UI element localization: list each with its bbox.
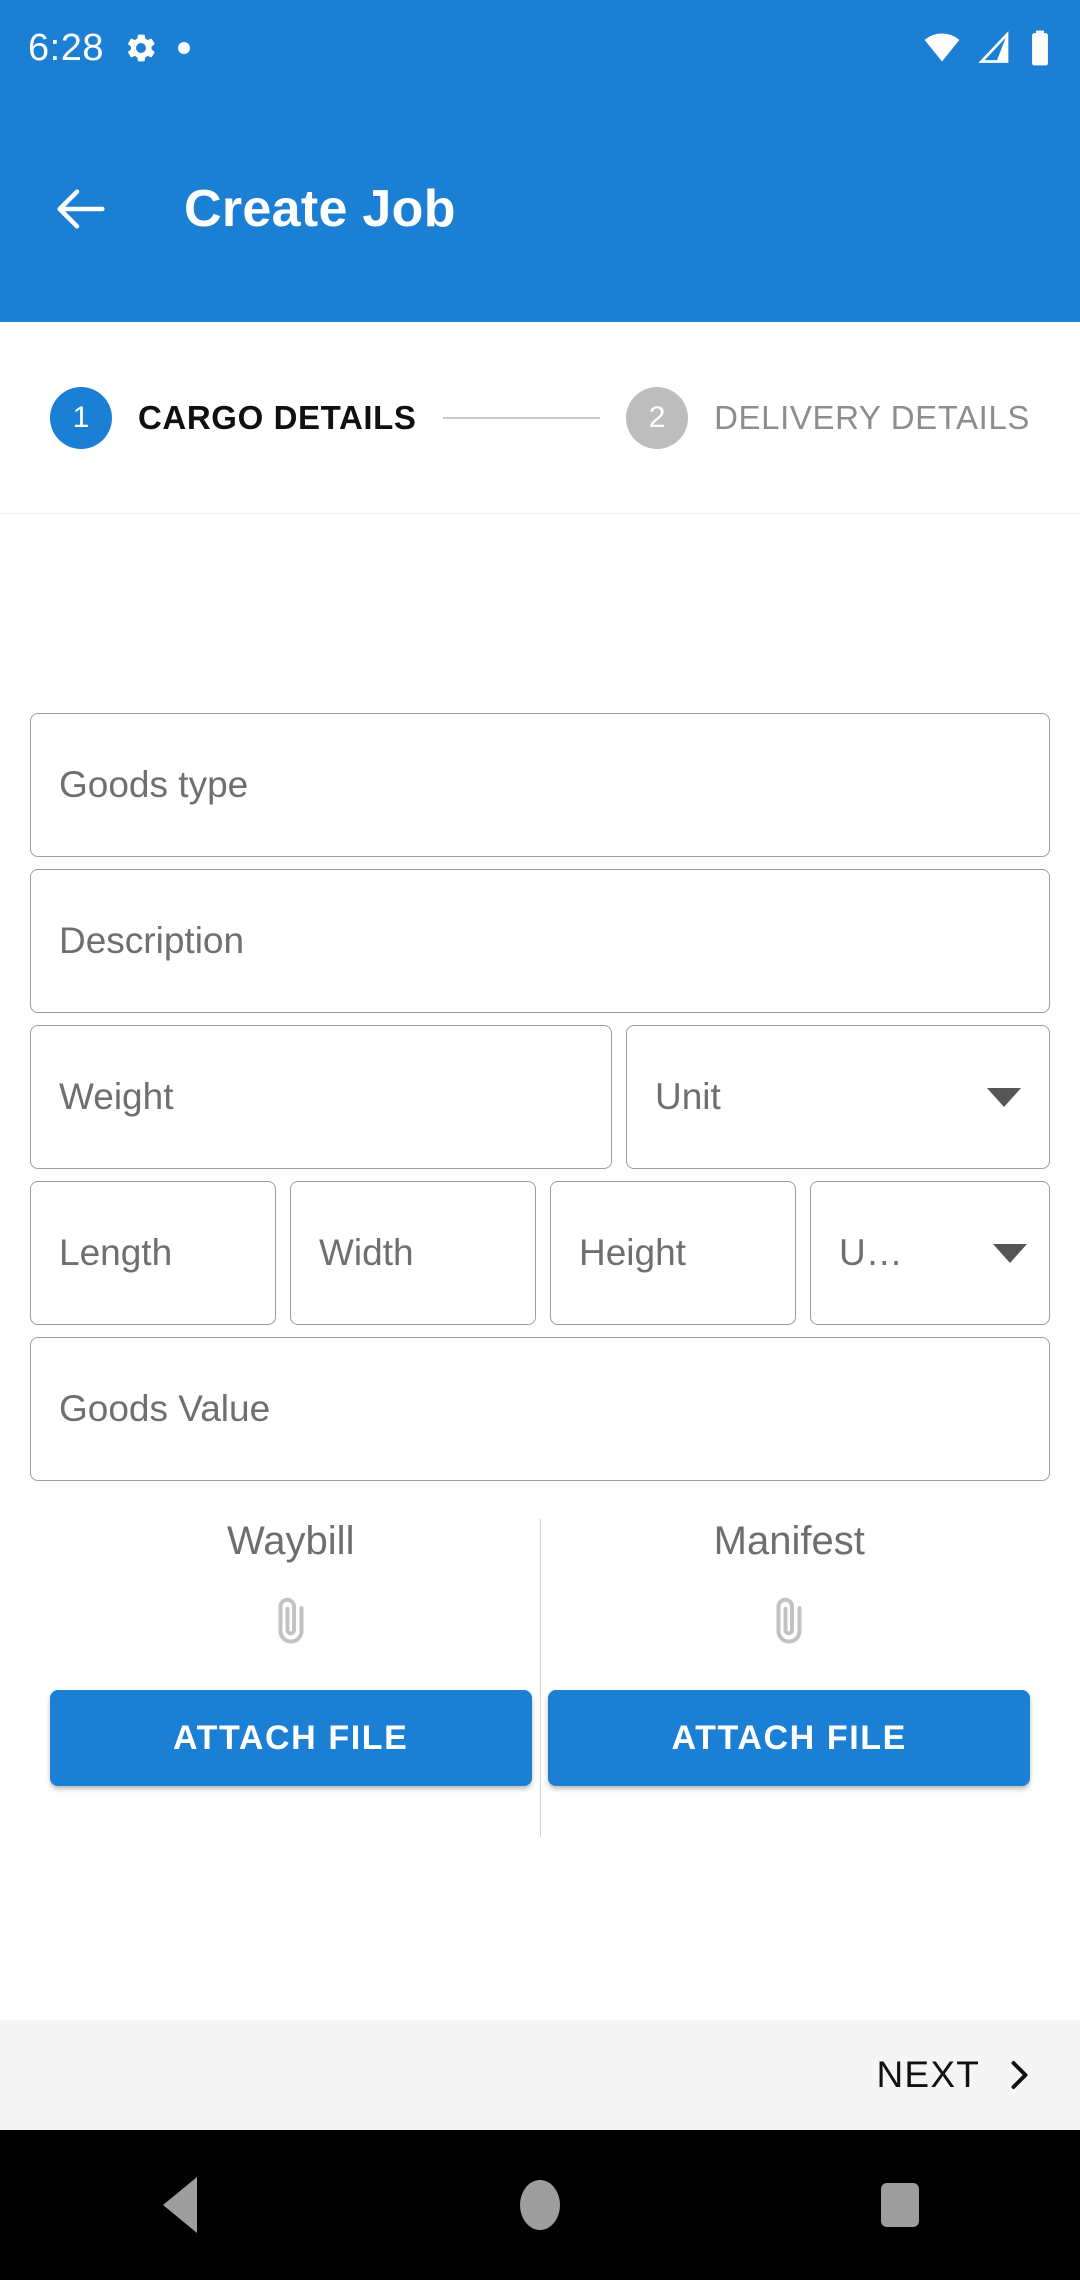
form-top-spacer — [30, 514, 1050, 713]
description-placeholder: Description — [59, 920, 245, 961]
weight-row: Weight Unit — [30, 1025, 1050, 1169]
nav-recents-button[interactable] — [720, 2183, 1080, 2227]
weight-unit-placeholder: Unit — [655, 1076, 721, 1117]
triangle-back-icon — [163, 2177, 197, 2233]
gear-icon — [127, 34, 155, 62]
stepper-step-delivery-details[interactable]: 2 DELIVERY DETAILS — [626, 386, 1030, 449]
goods-type-field[interactable]: Goods type — [30, 713, 1050, 857]
step-label-delivery-details: DELIVERY DETAILS — [714, 398, 1030, 436]
waybill-attachment-column: Waybill ATTACH FILE — [42, 1519, 541, 1837]
goods-value-placeholder: Goods Value — [59, 1388, 271, 1429]
cellular-signal-icon — [978, 31, 1009, 63]
weight-field[interactable]: Weight — [30, 1025, 612, 1169]
dot-icon — [177, 42, 190, 54]
description-field[interactable]: Description — [30, 869, 1050, 1013]
nav-back-button[interactable] — [0, 2177, 360, 2233]
back-button[interactable] — [46, 174, 116, 244]
step-number-badge-2: 2 — [626, 386, 689, 449]
arrow-back-icon — [57, 189, 105, 229]
goods-type-placeholder: Goods type — [59, 764, 249, 805]
next-button[interactable]: NEXT — [877, 2054, 1036, 2096]
next-button-label: NEXT — [876, 2054, 980, 2095]
step-number-badge-1: 1 — [50, 386, 112, 449]
paperclip-icon — [776, 1597, 802, 1644]
waybill-attach-file-button[interactable]: ATTACH FILE — [49, 1690, 532, 1786]
wifi-icon — [924, 33, 960, 62]
page-title: Create Job — [184, 180, 456, 238]
status-bar: 6:28 — [0, 0, 1080, 96]
manifest-title: Manifest — [713, 1519, 865, 1563]
length-placeholder: Length — [59, 1232, 173, 1273]
stepper: 1 CARGO DETAILS 2 DELIVERY DETAILS — [0, 322, 1080, 514]
cargo-details-form: Goods type Description Weight Unit Lengt… — [0, 514, 1080, 1837]
dimension-unit-placeholder: U… — [839, 1232, 903, 1273]
circle-home-icon — [520, 2180, 560, 2230]
manifest-attachment-column: Manifest ATTACH FILE — [541, 1519, 1039, 1837]
manifest-attach-file-button[interactable]: ATTACH FILE — [548, 1690, 1031, 1786]
dimensions-row: Length Width Height U… — [30, 1181, 1050, 1325]
height-field[interactable]: Height — [550, 1181, 796, 1325]
android-navigation-bar — [0, 2130, 1080, 2280]
status-bar-left: 6:28 — [28, 27, 190, 70]
status-bar-right — [922, 29, 1052, 67]
status-bar-clock: 6:28 — [28, 26, 104, 69]
chevron-right-icon — [1011, 2061, 1028, 2089]
bottom-action-bar: NEXT — [0, 2020, 1080, 2130]
stepper-connector-line — [442, 416, 601, 419]
step-label-cargo-details: CARGO DETAILS — [138, 398, 417, 436]
nav-home-button[interactable] — [360, 2180, 720, 2230]
width-placeholder: Width — [319, 1232, 414, 1273]
goods-value-field[interactable]: Goods Value — [30, 1337, 1050, 1481]
battery-icon — [1032, 30, 1048, 66]
width-field[interactable]: Width — [290, 1181, 536, 1325]
dimension-unit-dropdown[interactable]: U… — [810, 1181, 1050, 1325]
chevron-down-icon — [993, 1243, 1027, 1263]
stepper-step-cargo-details[interactable]: 1 CARGO DETAILS — [50, 386, 417, 449]
app-bar: Create Job — [0, 96, 1080, 322]
app-screen: 6:28 Create Job 1 CARGO DETAILS 2 DELIVE… — [0, 0, 1080, 2280]
square-recents-icon — [881, 2183, 919, 2227]
chevron-down-icon — [987, 1087, 1021, 1107]
height-placeholder: Height — [579, 1232, 686, 1273]
paperclip-icon — [278, 1597, 304, 1644]
weight-unit-dropdown[interactable]: Unit — [626, 1025, 1050, 1169]
waybill-title: Waybill — [227, 1519, 355, 1563]
length-field[interactable]: Length — [30, 1181, 276, 1325]
attachments-section: Waybill ATTACH FILE Manifest ATTACH FILE — [30, 1519, 1050, 1837]
weight-placeholder: Weight — [59, 1076, 174, 1117]
